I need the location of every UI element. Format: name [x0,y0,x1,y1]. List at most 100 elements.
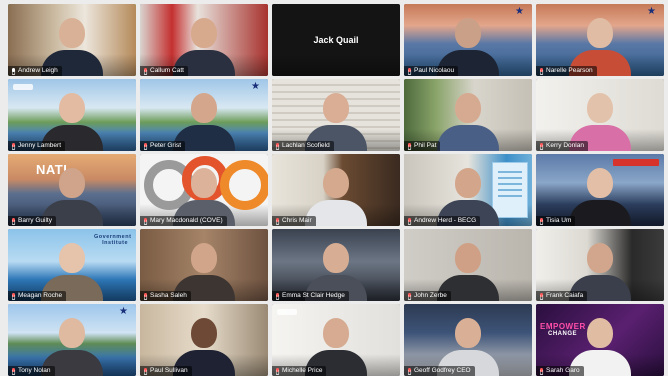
mic-muted-icon [275,368,280,374]
participant-name-label: Emma St Clair Hedge [272,291,349,301]
participant-name: Kerry Donlan [546,142,584,149]
participant-tile[interactable]: ★ Tony Nolan [8,304,136,376]
participant-video [569,168,631,226]
participant-name-label: Mary Macdonald (COVE) [140,216,227,226]
participant-tile[interactable]: EMPOWER CHANGE Sarah Garo [536,304,664,376]
participant-name-label: Barry Guilty [8,216,56,226]
participant-face [59,243,85,273]
participant-tile[interactable]: John Zerbe [404,229,532,301]
star-logo-icon: ★ [251,81,260,92]
participant-tile[interactable]: Geoff Godfrey CEO [404,304,532,376]
participant-tile[interactable]: Mary Macdonald (COVE) [140,154,268,226]
organization-logo-icon [613,159,659,166]
participant-face [587,243,613,273]
participant-tile[interactable]: Chris Mair [272,154,400,226]
participant-tile[interactable]: Tisia Um [536,154,664,226]
mic-muted-icon [407,143,412,149]
participant-face [59,168,85,198]
participant-name: Paul Nicolaou [414,67,455,74]
participant-tile[interactable]: Frank Caiafa [536,229,664,301]
participant-face [323,243,349,273]
participant-name-label: John Zerbe [404,291,451,301]
mic-muted-icon [407,218,412,224]
organization-logo-icon [13,84,33,90]
participant-tile[interactable]: ★ Peter Grist [140,79,268,151]
participant-grid: Andrew Leigh Callum Catt Jack Quail ★ Paul N… [8,4,664,376]
participant-name-label: Paul Sullivan [140,366,192,376]
participant-tile[interactable]: Andrew Herd - BECG [404,154,532,226]
participant-tile[interactable]: Government Institute Meagan Roche [8,229,136,301]
mic-muted-icon [143,68,148,74]
participant-name: Meagan Roche [18,292,63,299]
participant-tile[interactable]: Phil Pat [404,79,532,151]
participant-name-label: Callum Catt [140,66,188,76]
participant-name: Sarah Garo [546,367,580,374]
participant-name: Emma St Clair Hedge [282,292,345,299]
mic-muted-icon [11,368,16,374]
participant-face [59,18,85,48]
participant-tile[interactable]: Kerry Donlan [536,79,664,151]
mic-muted-icon [11,143,16,149]
participant-name: Frank Caiafa [546,292,584,299]
mic-muted-icon [407,368,412,374]
participant-name: Tony Nolan [18,367,51,374]
participant-name-label: Sasha Saleh [140,291,191,301]
participant-name: Paul Sullivan [150,367,188,374]
participant-name-label: Tisia Um [536,216,576,226]
participant-name: Andrew Herd - BECG [414,217,477,224]
mic-muted-icon [11,293,16,299]
mic-muted-icon [539,293,544,299]
participant-video [437,93,499,151]
participant-name-label: Jenny Lambert [8,141,65,151]
participant-face [455,243,481,273]
participant-face [587,93,613,123]
participant-name-label: Andrew Leigh [8,66,62,76]
mic-muted-icon [11,218,16,224]
participant-name-label: Andrew Herd - BECG [404,216,481,226]
participant-face [323,93,349,123]
participant-face [323,168,349,198]
participant-name-label: Michelle Price [272,366,327,376]
participant-tile[interactable]: ★ Paul Nicolaou [404,4,532,76]
participant-name-label: Chris Mair [272,216,316,226]
participant-tile[interactable]: Paul Sullivan [140,304,268,376]
star-logo-icon: ★ [647,6,656,17]
participant-tile[interactable]: Jenny Lambert [8,79,136,151]
participant-face [587,318,613,348]
video-call-window: Andrew Leigh Callum Catt Jack Quail ★ Paul N… [0,0,668,376]
participant-name-label: Frank Caiafa [536,291,588,301]
mic-muted-icon [407,68,412,74]
participant-face [587,168,613,198]
mic-muted-icon [275,143,280,149]
mic-muted-icon [539,143,544,149]
participant-name-label: Meagan Roche [8,291,67,301]
participant-tile[interactable]: Emma St Clair Hedge [272,229,400,301]
participant-name-label: Peter Grist [140,141,186,151]
participant-tile[interactable]: Jack Quail [272,4,400,76]
participant-face [455,93,481,123]
participant-tile[interactable]: Andrew Leigh [8,4,136,76]
participant-tile[interactable]: NATI Barry Guilty [8,154,136,226]
participant-face [191,168,217,198]
participant-tile[interactable]: Callum Catt [140,4,268,76]
participant-name: Chris Mair [282,217,312,224]
participant-face [455,318,481,348]
participant-tile[interactable]: Michelle Price [272,304,400,376]
participant-name: Michelle Price [282,367,323,374]
participant-name-label: Geoff Godfrey CEO [404,366,475,376]
participant-name-label: Sarah Garo [536,366,584,376]
participant-tile[interactable]: Sasha Saleh [140,229,268,301]
participant-tile[interactable]: ★ Narelle Pearson [536,4,664,76]
star-logo-icon: ★ [119,306,128,317]
mic-muted-icon [143,368,148,374]
star-logo-icon: ★ [515,6,524,17]
organization-logo-icon [277,309,297,315]
participant-name-label: Narelle Pearson [536,66,597,76]
mic-muted-icon [539,368,544,374]
participant-name: Callum Catt [150,67,184,74]
mic-muted-icon [143,293,148,299]
mic-muted-icon [407,293,412,299]
participant-tile[interactable]: Lachlan Scofield [272,79,400,151]
participant-name-label: Tony Nolan [8,366,55,376]
participant-face [455,168,481,198]
